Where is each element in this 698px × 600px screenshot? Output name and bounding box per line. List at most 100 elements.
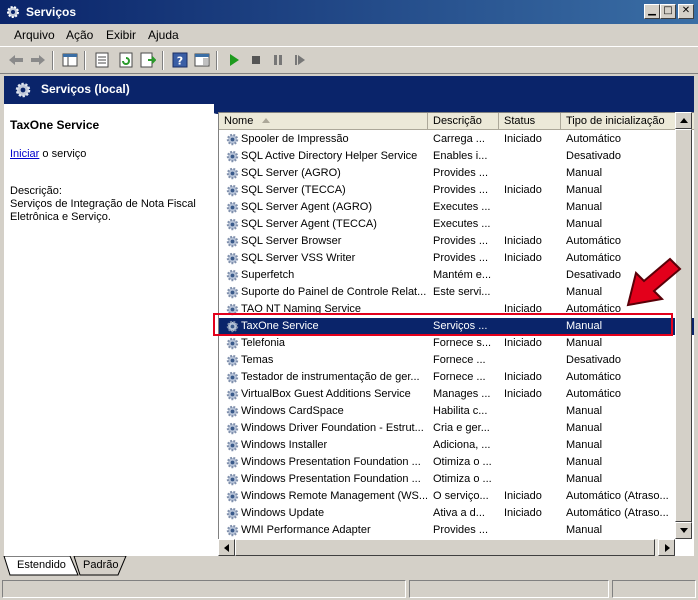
service-description-cell: Ativa a d... xyxy=(433,507,485,519)
service-description-cell: Fornece ... xyxy=(433,371,486,383)
service-startup-type: Automático (Atraso... xyxy=(566,490,669,502)
maximize-button[interactable]: □ xyxy=(660,4,676,19)
status-panel xyxy=(612,580,696,598)
table-row[interactable]: SQL Server Agent (AGRO) Executes ... Manua… xyxy=(219,199,694,216)
back-arrow-icon[interactable] xyxy=(8,52,24,68)
table-row[interactable]: SQL Server Browser Provides ... Iniciado Au… xyxy=(219,233,694,250)
service-startup-type: Manual xyxy=(566,456,603,468)
vertical-scrollbar[interactable] xyxy=(675,112,692,539)
gear-icon xyxy=(225,506,240,521)
menu-exibir[interactable]: Exibir xyxy=(106,28,136,42)
service-startup-type: Manual xyxy=(566,473,603,485)
table-row[interactable]: Spooler de Impressão Carrega ... Iniciado A… xyxy=(219,131,694,148)
pause-icon[interactable] xyxy=(270,52,286,68)
gear-icon xyxy=(225,251,240,266)
service-name: Windows Update xyxy=(241,507,325,519)
table-row[interactable]: SQL Server Agent (TECCA) Executes ... Manu… xyxy=(219,216,694,233)
minimize-button[interactable]: ▁ xyxy=(644,4,660,19)
chevron-right-icon xyxy=(665,544,670,552)
menu-acao[interactable]: Ação xyxy=(66,28,93,42)
gear-icon xyxy=(225,489,240,504)
table-row[interactable]: Windows CardSpace Habilita c... Manual xyxy=(219,403,694,420)
toolbar-separator xyxy=(216,51,218,70)
column-header-name[interactable]: Nome xyxy=(219,113,428,130)
table-row[interactable]: Windows Presentation Foundation ... Otimi… xyxy=(219,454,694,471)
service-description-cell: Fornece s... xyxy=(433,337,492,349)
gear-icon xyxy=(225,472,240,487)
table-row[interactable]: SQL Active Directory Helper Service Enabl… xyxy=(219,148,694,165)
table-row[interactable]: Testador de instrumentação de ger... Forn… xyxy=(219,369,694,386)
service-startup-type: Manual xyxy=(566,167,603,179)
table-row[interactable]: Windows Presentation Foundation ... Otimi… xyxy=(219,471,694,488)
service-startup-type: Manual xyxy=(566,184,603,196)
table-row[interactable]: SQL Server (AGRO) Provides ... Manual xyxy=(219,165,694,182)
table-row[interactable]: Temas Fornece ... Desativado xyxy=(219,352,694,369)
view-icon[interactable] xyxy=(194,52,210,68)
gear-icon xyxy=(225,336,240,351)
table-row[interactable]: Windows Driver Foundation - Estrut... Cri… xyxy=(219,420,694,437)
gear-icon xyxy=(225,132,240,147)
service-startup-type: Automático xyxy=(566,371,622,383)
service-description-cell: Provides ... xyxy=(433,235,489,247)
stop-icon[interactable] xyxy=(248,52,264,68)
scroll-left-button[interactable] xyxy=(218,539,235,556)
status-bar xyxy=(0,578,698,600)
horizontal-scroll-thumb[interactable] xyxy=(235,539,655,556)
play-icon[interactable] xyxy=(226,52,242,68)
start-service-link[interactable]: Iniciar xyxy=(10,148,39,160)
column-header-status[interactable]: Status xyxy=(499,113,561,130)
table-row[interactable]: Superfetch Mantém e... Desativado xyxy=(219,267,694,284)
table-row[interactable]: SQL Server (TECCA) Provides ... Iniciado Ma… xyxy=(219,182,694,199)
table-row[interactable]: WMI Performance Adapter Provides ... Manua… xyxy=(219,522,694,539)
service-description-cell: Manages ... xyxy=(433,388,491,400)
gear-icon xyxy=(225,523,240,538)
scroll-up-button[interactable] xyxy=(675,112,692,129)
service-description-cell: Otimiza o ... xyxy=(433,456,492,468)
column-header-description[interactable]: Descrição xyxy=(428,113,499,130)
close-button[interactable]: ✕ xyxy=(678,4,694,19)
forward-arrow-icon[interactable] xyxy=(30,52,46,68)
tab-estendido[interactable]: Estendido xyxy=(17,556,66,575)
service-status: Iniciado xyxy=(504,507,542,519)
service-name: SQL Server Browser xyxy=(241,235,342,247)
horizontal-scrollbar[interactable] xyxy=(218,539,675,556)
service-startup-type: Manual xyxy=(566,337,603,349)
table-row[interactable]: Suporte do Painel de Controle Relat... Es… xyxy=(219,284,694,301)
help-icon[interactable]: ? xyxy=(172,52,188,68)
table-row[interactable]: Windows Update Ativa a d... Iniciado Automá… xyxy=(219,505,694,522)
refresh-icon[interactable] xyxy=(118,52,134,68)
service-name: Telefonia xyxy=(241,337,286,349)
service-name: Spooler de Impressão xyxy=(241,133,349,145)
view-tabs: Estendido Padrão xyxy=(0,556,698,578)
table-row[interactable]: VirtualBox Guest Additions Service Manage… xyxy=(219,386,694,403)
table-row[interactable]: Telefonia Fornece s... Iniciado Manual xyxy=(219,335,694,352)
service-description: Descrição: Serviços de Integração de Not… xyxy=(10,185,210,224)
column-header-name-label: Nome xyxy=(224,115,254,127)
service-description-cell: Cria e ger... xyxy=(433,422,490,434)
toolbar: ? xyxy=(0,46,698,74)
export-list-icon[interactable] xyxy=(140,52,156,68)
service-description-cell: Executes ... xyxy=(433,218,491,230)
service-action: Iniciar o serviço xyxy=(10,148,86,160)
scroll-right-button[interactable] xyxy=(658,539,675,556)
service-startup-type: Manual xyxy=(566,439,603,451)
service-startup-type: Automático (Atraso... xyxy=(566,507,669,519)
gear-icon xyxy=(225,183,240,198)
vertical-scroll-thumb[interactable] xyxy=(675,129,692,522)
menu-arquivo[interactable]: Arquivo xyxy=(14,28,55,42)
restart-icon[interactable] xyxy=(292,52,308,68)
table-row[interactable]: Windows Installer Adiciona, ... Manual xyxy=(219,437,694,454)
column-header-status-label: Status xyxy=(504,115,536,127)
tab-padrao[interactable]: Padrão xyxy=(83,556,118,575)
service-name: Windows Installer xyxy=(241,439,328,451)
console-tree-icon[interactable] xyxy=(62,52,78,68)
table-row[interactable]: Windows Remote Management (WS... O serviç… xyxy=(219,488,694,505)
service-name: Windows CardSpace xyxy=(241,405,344,417)
service-startup-type: Manual xyxy=(566,218,603,230)
service-startup-type: Automático xyxy=(566,388,622,400)
properties-icon[interactable] xyxy=(94,52,110,68)
scroll-down-button[interactable] xyxy=(675,522,692,539)
menu-ajuda[interactable]: Ajuda xyxy=(148,28,179,42)
table-row[interactable]: SQL Server VSS Writer Provides ... Iniciad… xyxy=(219,250,694,267)
gear-icon xyxy=(225,387,240,402)
